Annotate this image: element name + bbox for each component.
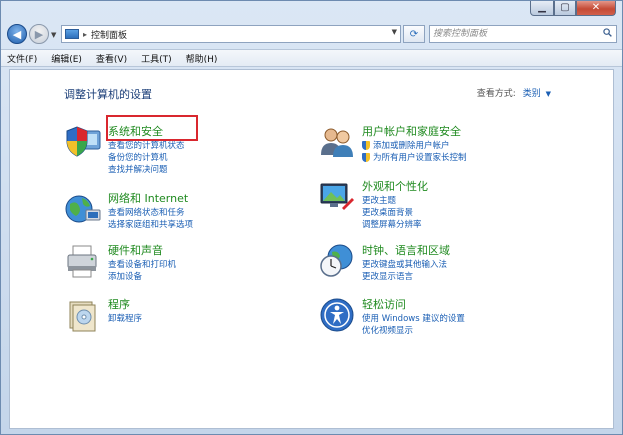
search-box[interactable] <box>429 25 617 43</box>
search-input[interactable] <box>433 27 593 41</box>
control-panel-window: ▁ ▢ ✕ ◀ ▶ ▼ ▸ 控制面板 ▼ ⟳ 搜索控制面板 文件(F) 编辑(E… <box>0 0 623 435</box>
forward-button[interactable]: ▶ <box>29 24 49 44</box>
category-title-ease-access[interactable]: 轻松访问 <box>362 296 406 312</box>
link-add-remove-accounts-label: 添加或删除用户帐户 <box>373 141 450 151</box>
menu-view[interactable]: 查看(V) <box>96 52 127 65</box>
breadcrumb-separator[interactable]: ▸ <box>83 30 87 39</box>
uac-shield-icon <box>362 140 370 150</box>
refresh-icon: ⟳ <box>409 28 419 40</box>
link-backup-computer[interactable]: 备份您的计算机 <box>108 151 185 163</box>
link-uninstall-program[interactable]: 卸载程序 <box>108 312 142 324</box>
link-change-display-language[interactable]: 更改显示语言 <box>362 270 447 282</box>
clock-region-links: 更改键盘或其他输入法 更改显示语言 <box>362 258 447 282</box>
link-recommended-settings[interactable]: 使用 Windows 建议的设置 <box>362 312 465 324</box>
programs-links: 卸载程序 <box>108 312 142 324</box>
title-bar: ▁ ▢ ✕ <box>1 1 622 19</box>
link-change-keyboard[interactable]: 更改键盘或其他输入法 <box>362 258 447 270</box>
menu-bar: 文件(F) 编辑(E) 查看(V) 工具(T) 帮助(H) <box>1 49 622 67</box>
window-controls: ▁ ▢ ✕ <box>530 1 616 16</box>
search-icon[interactable] <box>603 28 612 37</box>
highlight-annotation-box <box>106 115 198 141</box>
link-devices-printers[interactable]: 查看设备和打印机 <box>108 258 176 270</box>
category-title-network[interactable]: 网络和 Internet <box>108 190 188 206</box>
link-change-theme[interactable]: 更改主题 <box>362 194 422 206</box>
network-links: 查看网络状态和任务 选择家庭组和共享选项 <box>108 206 193 230</box>
navigation-bar: ◀ ▶ ▼ ▸ 控制面板 ▼ ⟳ <box>1 21 622 47</box>
ease-of-access-icon[interactable] <box>318 296 356 334</box>
category-title-hardware[interactable]: 硬件和声音 <box>108 242 163 258</box>
control-panel-icon <box>65 29 79 39</box>
link-homegroup-sharing[interactable]: 选择家庭组和共享选项 <box>108 218 193 230</box>
category-title-programs[interactable]: 程序 <box>108 296 130 312</box>
address-dropdown-icon[interactable]: ▼ <box>392 28 397 36</box>
back-button[interactable]: ◀ <box>7 24 27 44</box>
minimize-button[interactable]: ▁ <box>530 1 554 16</box>
network-globe-icon[interactable] <box>64 190 102 228</box>
maximize-button[interactable]: ▢ <box>554 1 576 16</box>
view-by: 查看方式: 类别 ▼ <box>477 86 551 99</box>
arrow-right-icon: ▶ <box>34 27 44 41</box>
link-screen-resolution[interactable]: 调整屏幕分辨率 <box>362 218 422 230</box>
menu-edit[interactable]: 编辑(E) <box>51 52 82 65</box>
category-title-user-accounts[interactable]: 用户帐户和家庭安全 <box>362 123 461 139</box>
close-button[interactable]: ✕ <box>576 1 616 16</box>
menu-file[interactable]: 文件(F) <box>7 52 37 65</box>
view-by-selector[interactable]: 类别 <box>523 89 541 99</box>
link-network-status[interactable]: 查看网络状态和任务 <box>108 206 193 218</box>
hardware-links: 查看设备和打印机 添加设备 <box>108 258 176 282</box>
category-user-accounts: 用户帐户和家庭安全 添加或删除用户帐户 为所有用户设置家长控制 <box>318 123 578 169</box>
category-ease-access: 轻松访问 使用 Windows 建议的设置 优化视频显示 <box>318 296 578 342</box>
programs-icon[interactable] <box>64 296 102 334</box>
system-security-links: 查看您的计算机状态 备份您的计算机 查找并解决问题 <box>108 139 185 175</box>
appearance-icon[interactable] <box>318 178 356 216</box>
link-optimize-display[interactable]: 优化视频显示 <box>362 324 465 336</box>
category-network: 网络和 Internet 查看网络状态和任务 选择家庭组和共享选项 <box>64 190 304 236</box>
refresh-button[interactable]: ⟳ <box>403 25 425 43</box>
menu-help[interactable]: 帮助(H) <box>186 52 218 65</box>
link-parental-controls-label: 为所有用户设置家长控制 <box>373 153 467 163</box>
system-security-icon[interactable] <box>64 123 102 161</box>
minimize-icon: ▁ <box>538 2 546 13</box>
breadcrumb-control-panel[interactable]: 控制面板 <box>91 28 127 41</box>
category-clock-region: 时钟、语言和区域 更改键盘或其他输入法 更改显示语言 <box>318 242 578 288</box>
appearance-links: 更改主题 更改桌面背景 调整屏幕分辨率 <box>362 194 422 230</box>
category-programs: 程序 卸载程序 <box>64 296 304 342</box>
view-by-label: 查看方式: <box>476 89 516 99</box>
page-title: 调整计算机的设置 <box>64 88 152 101</box>
link-add-remove-accounts[interactable]: 添加或删除用户帐户 <box>362 139 467 151</box>
category-title-appearance[interactable]: 外观和个性化 <box>362 178 428 194</box>
clock-globe-icon[interactable] <box>318 242 356 280</box>
maximize-icon: ▢ <box>560 2 570 13</box>
link-parental-controls[interactable]: 为所有用户设置家长控制 <box>362 151 467 163</box>
arrow-left-icon: ◀ <box>12 27 22 41</box>
link-change-background[interactable]: 更改桌面背景 <box>362 206 422 218</box>
address-bar[interactable]: ▸ 控制面板 ▼ <box>61 25 401 43</box>
user-accounts-links: 添加或删除用户帐户 为所有用户设置家长控制 <box>362 139 467 163</box>
user-accounts-icon[interactable] <box>318 123 356 161</box>
recent-pages-dropdown[interactable]: ▼ <box>51 31 56 39</box>
category-hardware: 硬件和声音 查看设备和打印机 添加设备 <box>64 242 304 288</box>
printer-icon[interactable] <box>64 242 102 280</box>
link-add-device[interactable]: 添加设备 <box>108 270 176 282</box>
chevron-down-icon[interactable]: ▼ <box>546 90 551 98</box>
category-appearance: 外观和个性化 更改主题 更改桌面背景 调整屏幕分辨率 <box>318 178 578 234</box>
category-title-clock-region[interactable]: 时钟、语言和区域 <box>362 242 450 258</box>
content-pane: 调整计算机的设置 查看方式: 类别 ▼ 系统和安全 查看您的计算机状态 备份您的… <box>9 69 614 429</box>
link-troubleshoot[interactable]: 查找并解决问题 <box>108 163 185 175</box>
ease-access-links: 使用 Windows 建议的设置 优化视频显示 <box>362 312 465 336</box>
uac-shield-icon <box>362 152 370 162</box>
menu-tools[interactable]: 工具(T) <box>141 52 172 65</box>
close-icon: ✕ <box>591 2 601 13</box>
